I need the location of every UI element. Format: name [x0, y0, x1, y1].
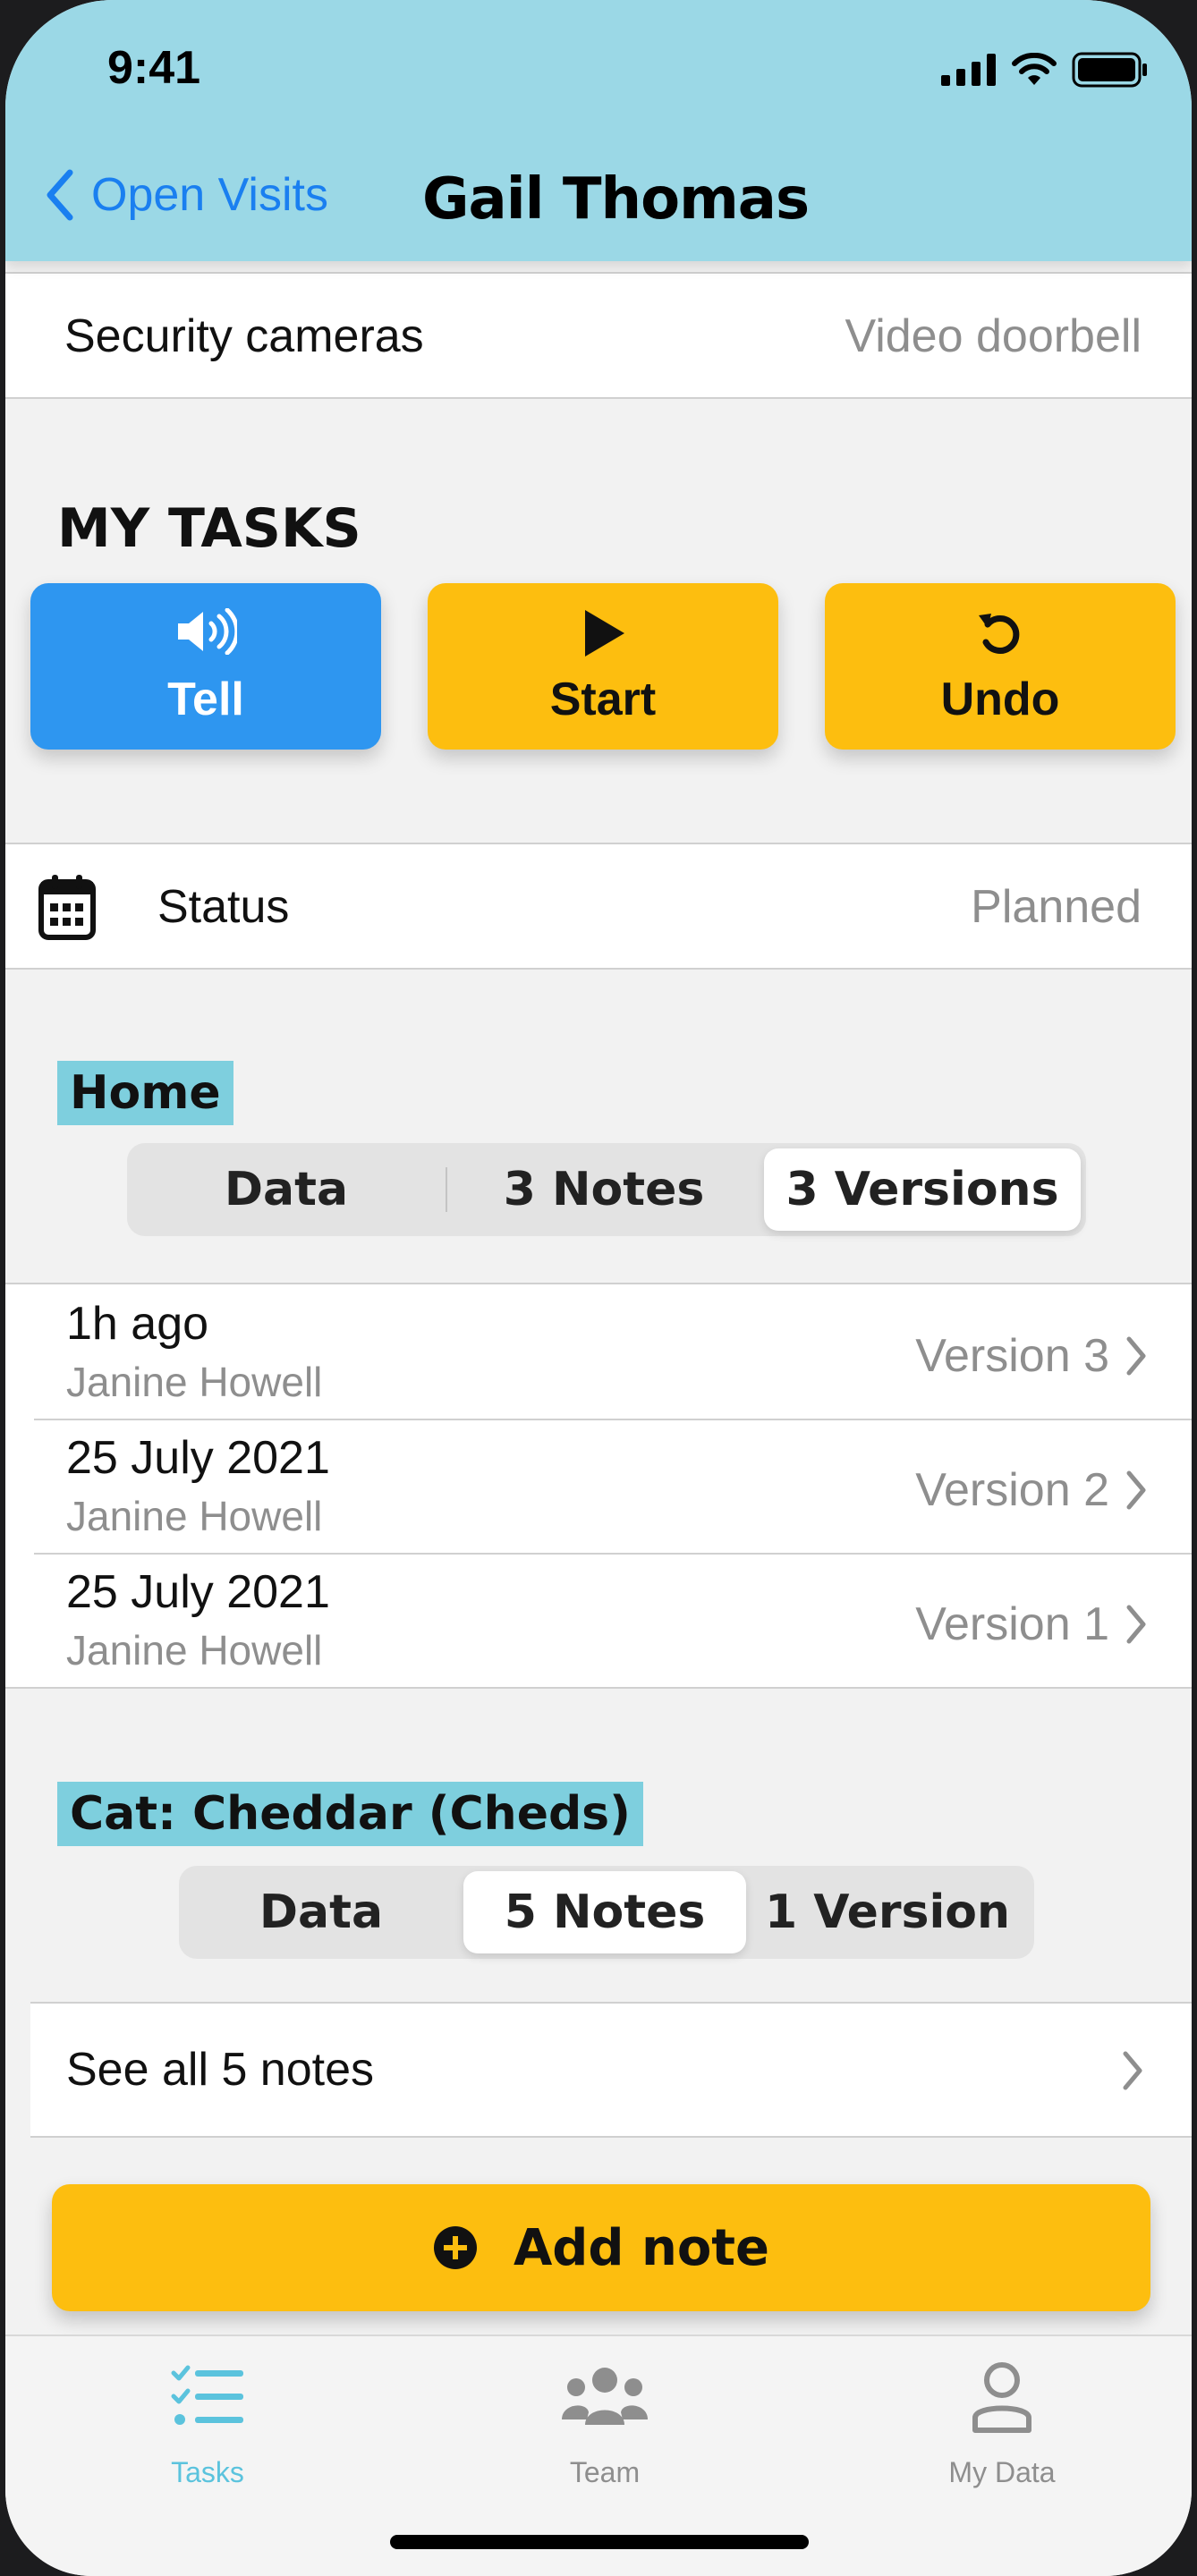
home-segmented-control: Data 3 Notes 3 Versions: [127, 1143, 1086, 1236]
version-link: Version 3: [915, 1329, 1147, 1383]
see-all-notes-row[interactable]: See all 5 notes: [30, 2002, 1192, 2138]
play-icon: [585, 610, 624, 657]
start-label: Start: [549, 674, 657, 725]
status-row[interactable]: Status Planned: [5, 843, 1192, 970]
version-label: Version 1: [915, 1598, 1109, 1650]
home-indicator: [390, 2535, 809, 2549]
tab-label: Team: [569, 2456, 641, 2488]
version-time: 1h ago: [66, 1298, 209, 1350]
add-note-button[interactable]: Add note: [52, 2184, 1150, 2311]
row-value: Video doorbell: [845, 310, 1142, 362]
add-note-label: Add note: [513, 2218, 770, 2277]
chevron-left-icon: [47, 169, 73, 221]
tab-label: My Data: [948, 2456, 1056, 2488]
status-icons: [941, 52, 1149, 88]
undo-button[interactable]: Undo: [825, 583, 1176, 750]
version-time: 25 July 2021: [66, 1566, 330, 1618]
speaker-icon: [178, 608, 237, 655]
version-author: Janine Howell: [66, 1359, 323, 1405]
status-label: Status: [157, 881, 290, 933]
cat-group-label: Cat: Cheddar (Cheds): [57, 1782, 643, 1846]
segment-data[interactable]: Data: [127, 1148, 446, 1231]
tab-team[interactable]: Team: [471, 2354, 739, 2489]
back-button[interactable]: Open Visits: [45, 168, 328, 222]
page-title: Gail Thomas: [422, 166, 810, 233]
section-heading: MY TASKS: [57, 497, 361, 560]
status-time: 9:41: [107, 42, 201, 94]
wifi-icon: [1012, 53, 1057, 85]
back-label: Open Visits: [91, 169, 328, 221]
chevron-right-icon: [1123, 2051, 1142, 2090]
signal-icon: [941, 54, 996, 86]
version-link: Version 2: [915, 1463, 1147, 1517]
segment-notes[interactable]: 3 Notes: [447, 1148, 760, 1231]
segment-data[interactable]: Data: [179, 1871, 463, 1953]
security-cameras-row[interactable]: Security cameras Video doorbell: [5, 272, 1192, 399]
tab-tasks[interactable]: Tasks: [73, 2354, 342, 2489]
tell-button[interactable]: Tell: [30, 583, 381, 750]
undo-label: Undo: [940, 674, 1060, 725]
version-label: Version 3: [915, 1330, 1109, 1382]
segment-versions[interactable]: 3 Versions: [764, 1148, 1081, 1231]
cat-segmented-control: Data 5 Notes 1 Version: [179, 1866, 1034, 1959]
segment-notes[interactable]: 5 Notes: [463, 1871, 746, 1953]
chevron-right-icon: [1126, 1470, 1146, 1510]
segment-versions[interactable]: 1 Version: [746, 1871, 1029, 1953]
start-button[interactable]: Start: [428, 583, 778, 750]
undo-icon: [979, 614, 1020, 654]
versions-list: 1h ago Janine Howell Version 3 25 July 2…: [5, 1283, 1192, 1689]
team-icon: [562, 2368, 648, 2425]
row-label: Security cameras: [64, 310, 424, 362]
plus-circle-icon: [433, 2226, 477, 2269]
tab-my-data[interactable]: My Data: [868, 2354, 1136, 2489]
version-author: Janine Howell: [66, 1493, 323, 1539]
person-icon: [972, 2362, 1031, 2433]
version-row[interactable]: 25 July 2021 Janine Howell Version 2: [5, 1419, 1192, 1553]
version-label: Version 2: [915, 1464, 1109, 1516]
battery-icon: [1072, 52, 1147, 88]
version-author: Janine Howell: [66, 1627, 323, 1674]
calendar-icon: [38, 875, 96, 940]
chevron-right-icon: [1126, 1336, 1146, 1376]
nav-header: 9:41 Open Visits Gail Thomas: [5, 0, 1192, 261]
version-row[interactable]: 25 July 2021 Janine Howell Version 1: [5, 1553, 1192, 1687]
version-link: Version 1: [915, 1597, 1147, 1651]
chevron-right-icon: [1126, 1605, 1146, 1644]
version-row[interactable]: 1h ago Janine Howell Version 3: [5, 1284, 1192, 1419]
tell-label: Tell: [167, 674, 244, 725]
tab-label: Tasks: [171, 2456, 244, 2488]
home-group-label: Home: [57, 1061, 233, 1125]
phone-screen: 9:41 Open Visits Gail Thomas Security ca…: [5, 0, 1192, 2576]
tasks-list-icon: [171, 2365, 243, 2425]
status-value: Planned: [971, 881, 1142, 933]
see-all-notes-label: See all 5 notes: [66, 2044, 375, 2096]
version-time: 25 July 2021: [66, 1432, 330, 1484]
